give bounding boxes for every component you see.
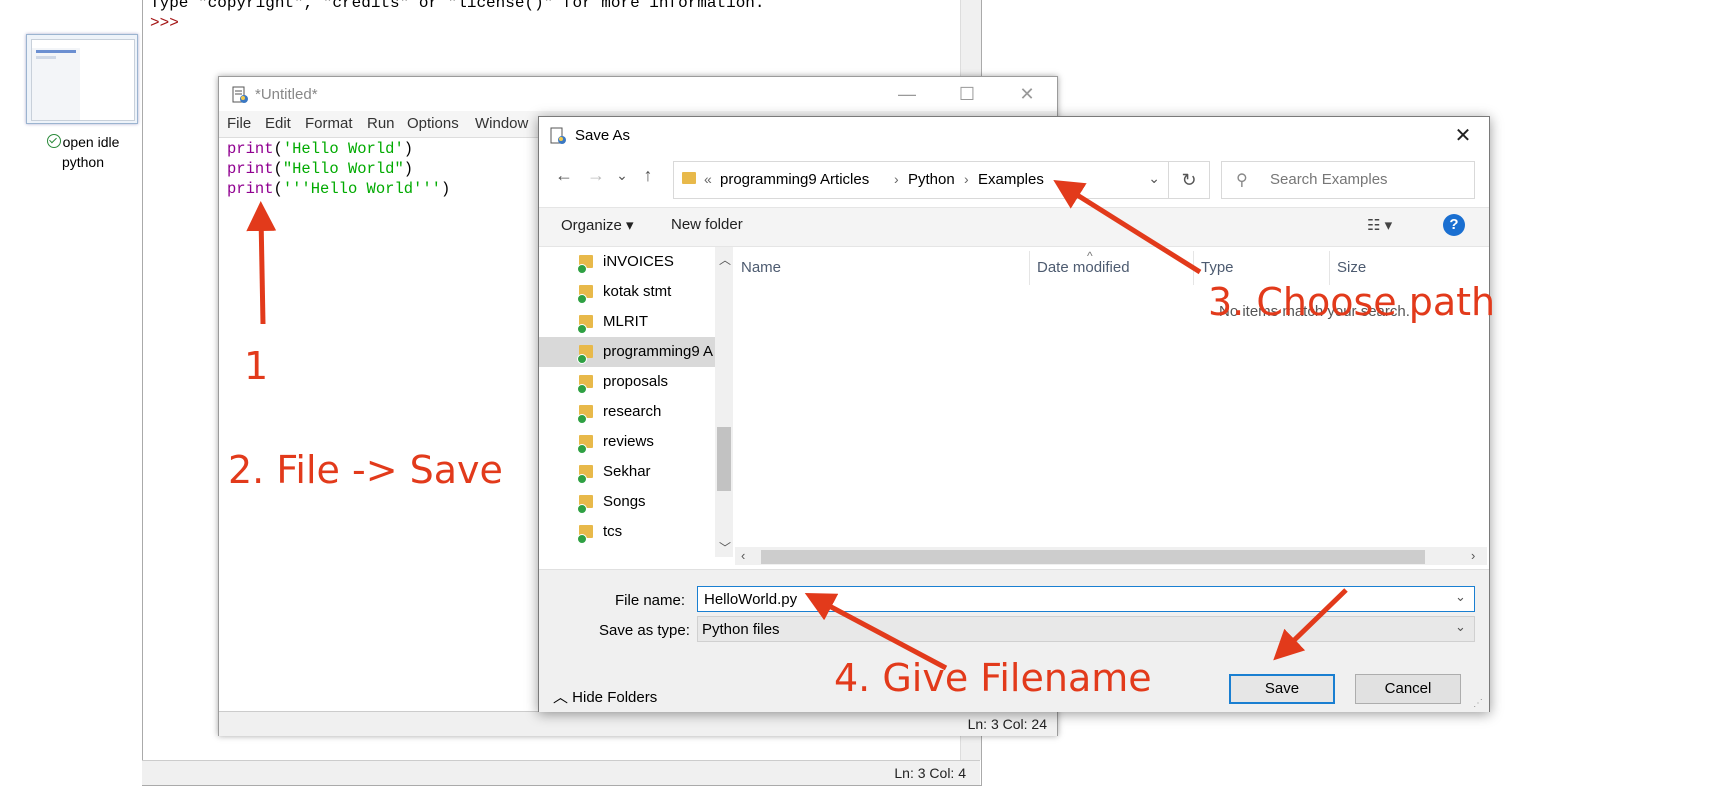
dialog-toolbar: Organize ▾ New folder ☷ ▾ ? [539,207,1489,247]
sync-badge-icon [577,294,587,304]
column-date-modified[interactable]: Date modified [1037,259,1130,276]
tree-item[interactable]: reviews [539,427,715,457]
tree-item[interactable]: tcs [539,517,715,547]
tree-scroll-thumb[interactable] [717,427,731,491]
search-input[interactable]: ⚲ Search Examples [1221,161,1475,199]
sync-badge-icon [577,534,587,544]
tree-item[interactable]: MLRIT [539,307,715,337]
save-as-dialog: Save As ✕ ← → ⌄ ↑ « programming9 Article… [538,116,1490,712]
column-name[interactable]: Name [741,259,781,276]
annotation-step3: 3. Choose path [1208,280,1496,324]
save-type-value: Python files [702,621,780,638]
sync-badge-icon [577,324,587,334]
column-size[interactable]: Size [1337,259,1366,276]
tree-item[interactable]: proposals [539,367,715,397]
annotation-step4: 4. Give Filename [834,656,1152,700]
save-type-select[interactable]: Python files [697,616,1475,642]
chevron-right-icon: › [964,171,969,187]
dialog-title: Save As [575,127,631,144]
tree-item[interactable]: iNVOICES [539,247,715,277]
chevron-down-icon[interactable]: ﹀ [719,539,731,556]
tree-item[interactable]: Sekhar [539,457,715,487]
chevron-up-icon[interactable]: ︿ [719,251,731,268]
search-icon: ⚲ [1236,172,1248,189]
horizontal-scroll-thumb[interactable] [761,550,1425,564]
recent-locations-icon[interactable]: ⌄ [609,161,635,189]
tree-item[interactable]: Songs [539,487,715,517]
organize-button[interactable]: Organize ▾ [561,216,634,234]
sync-badge-icon [577,474,587,484]
cancel-button[interactable]: Cancel [1355,674,1461,704]
breadcrumb-overflow[interactable]: « [704,171,712,187]
refresh-icon[interactable]: ↻ [1169,161,1210,199]
tree-item[interactable]: kotak stmt [539,277,715,307]
view-options-icon[interactable]: ☷ ▾ [1367,216,1392,234]
chevron-down-icon[interactable]: ⌄ [1455,619,1466,635]
sync-badge-icon [577,414,587,424]
sync-badge-icon [577,384,587,394]
column-type[interactable]: Type [1201,259,1234,276]
help-icon[interactable]: ? [1443,214,1465,236]
resize-grip-icon[interactable]: ⋰ [1473,698,1483,709]
folder-tree: iNVOICES kotak stmt MLRIT programming9 A… [539,247,715,557]
sync-badge-icon [577,444,587,454]
hide-folders-button[interactable]: ︿ Hide Folders [553,686,657,707]
chevron-down-icon[interactable]: ⌄ [1148,170,1160,187]
annotation-step1: 1 [244,344,269,388]
chevron-right-icon: › [894,171,899,187]
breadcrumb-programming9[interactable]: programming9 Articles [720,171,869,188]
tree-item-selected[interactable]: programming9 A [539,337,715,367]
arrow-to-code [246,201,277,325]
sync-badge-icon [577,264,587,274]
search-placeholder: Search Examples [1270,171,1388,188]
chevron-up-icon: ︿ [553,689,573,706]
folder-icon [682,172,696,184]
sync-badge-icon [577,354,587,364]
sync-badge-icon [577,504,587,514]
python-file-icon [550,127,566,144]
back-arrow-icon[interactable]: ← [551,161,577,189]
file-name-label: File name: [615,592,686,609]
file-name-input[interactable] [697,586,1475,612]
breadcrumb-examples[interactable]: Examples [978,171,1044,188]
new-folder-button[interactable]: New folder [671,216,743,233]
tree-item[interactable]: research [539,397,715,427]
chevron-right-icon[interactable]: › [1471,548,1475,563]
annotation-step2: 2. File -> Save [228,448,503,492]
save-type-label: Save as type: [599,622,690,639]
save-button[interactable]: Save [1229,674,1335,704]
up-arrow-icon[interactable]: ↑ [635,161,661,189]
breadcrumb-python[interactable]: Python [908,171,955,188]
chevron-left-icon[interactable]: ‹ [741,548,745,563]
forward-arrow-icon[interactable]: → [583,161,609,189]
tree-scrollbar[interactable] [715,247,733,557]
address-bar[interactable]: « programming9 Articles › Python › Examp… [673,161,1169,199]
chevron-down-icon[interactable]: ⌄ [1455,589,1466,605]
close-icon[interactable]: ✕ [1441,117,1485,153]
